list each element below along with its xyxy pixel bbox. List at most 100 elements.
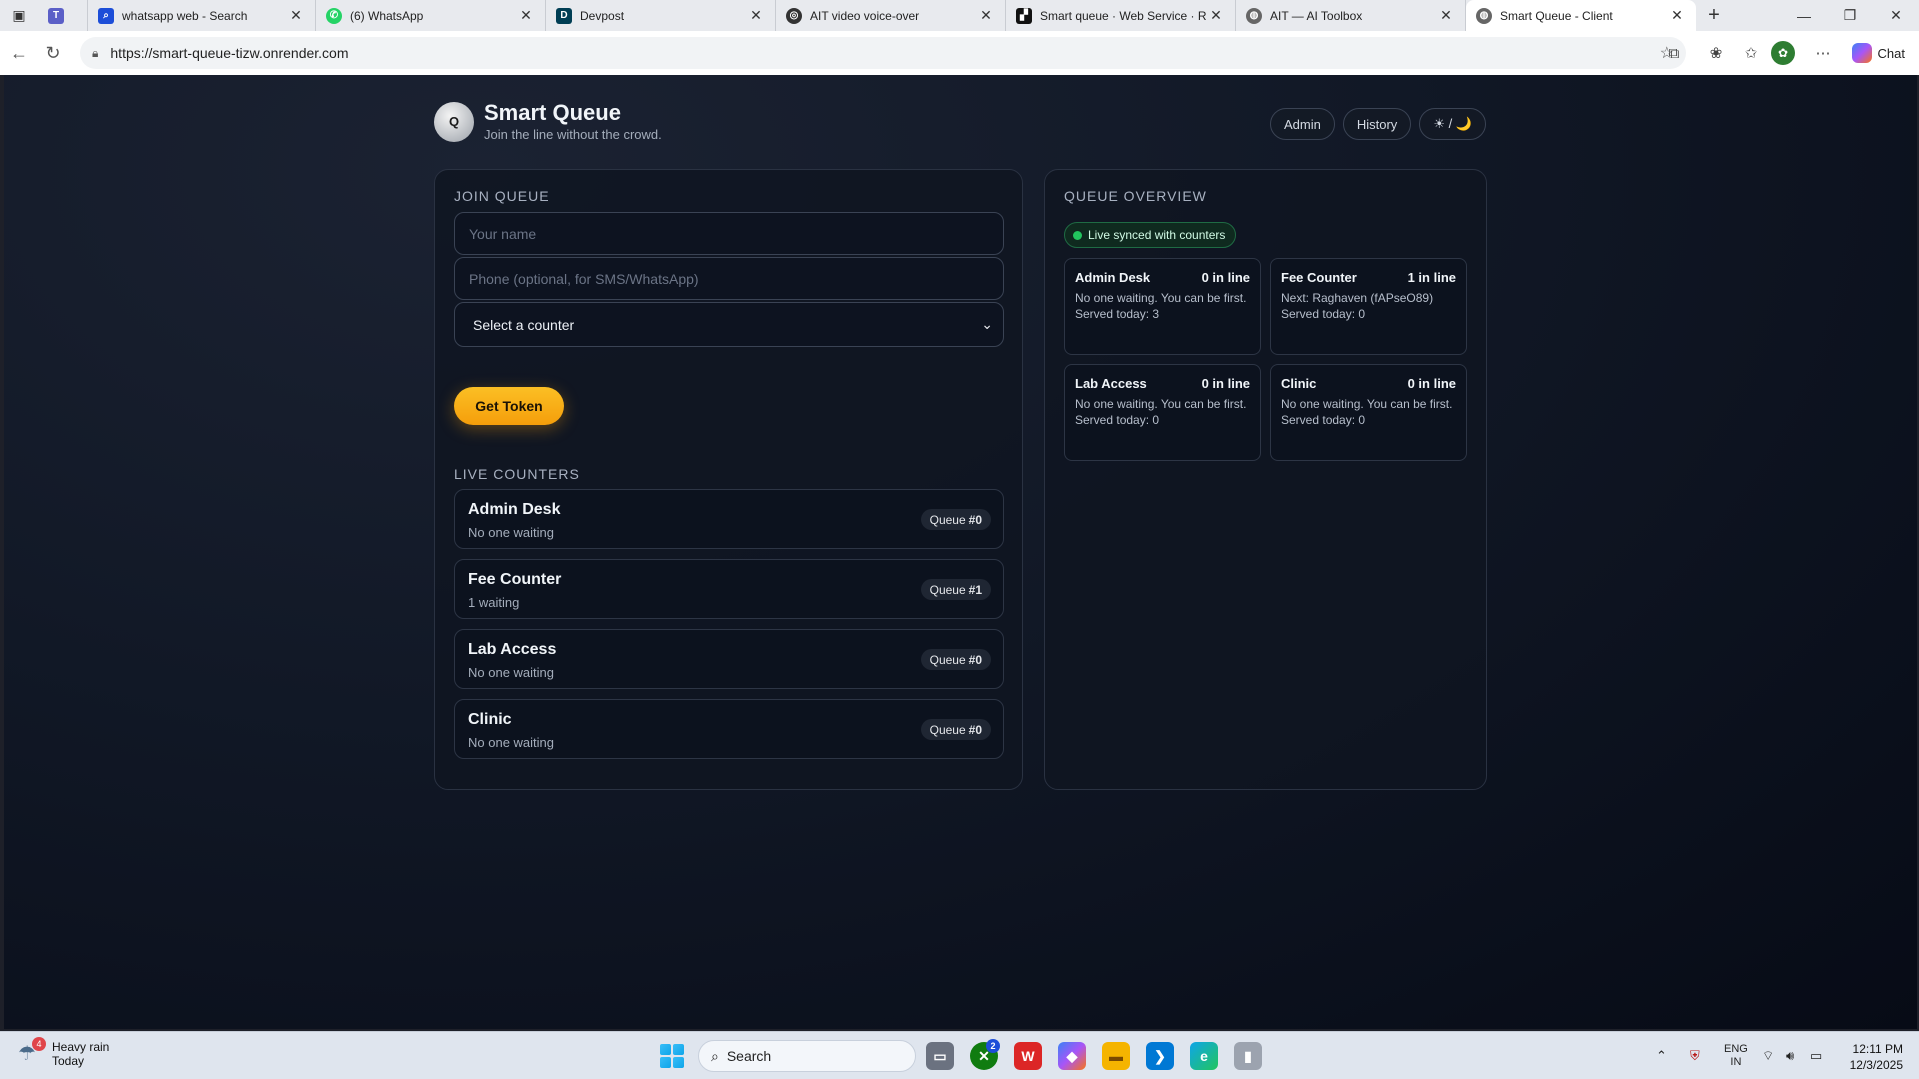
close-tab-icon[interactable]: ✕ <box>517 7 535 24</box>
overview-text: No one waiting. You can be first. <box>1281 397 1453 411</box>
theme-toggle-button[interactable]: ☀ / 🌙 <box>1419 108 1486 140</box>
name-input[interactable]: Your name <box>454 212 1004 255</box>
xbox-badge: 2 <box>986 1039 1000 1053</box>
weather-title: Heavy rain <box>52 1040 110 1054</box>
taskbar-search[interactable]: ⌕ Search <box>698 1040 916 1072</box>
get-token-button[interactable]: Get Token <box>454 387 564 425</box>
join-queue-card: JOIN QUEUE Your name Phone (optional, fo… <box>434 169 1023 790</box>
edge-icon[interactable]: e <box>1190 1042 1218 1070</box>
close-tab-icon[interactable]: ✕ <box>1668 7 1686 24</box>
minimize-icon[interactable]: — <box>1781 0 1827 31</box>
list-item[interactable]: Lab Access No one waiting Queue #0 <box>454 629 1004 689</box>
list-item[interactable]: Clinic No one waiting Queue #0 <box>454 699 1004 759</box>
more-menu-icon[interactable]: ⋯ <box>1809 39 1837 67</box>
sync-status-badge: Live synced with counters <box>1064 222 1237 248</box>
counter-name: Admin Desk <box>468 501 561 518</box>
list-item[interactable]: Admin Desk No one waiting Queue #0 <box>454 489 1004 549</box>
vscode-icon[interactable]: ❯ <box>1146 1042 1174 1070</box>
close-tab-icon[interactable]: ✕ <box>1207 7 1225 24</box>
close-tab-icon[interactable]: ✕ <box>1437 7 1455 24</box>
status-dot-icon <box>1073 230 1082 240</box>
overview-text: No one waiting. You can be first. <box>1075 291 1247 305</box>
page-subtitle: Join the line without the crowd. <box>484 127 662 142</box>
queue-badge: Queue #0 <box>920 649 991 670</box>
admin-button[interactable]: Admin <box>1270 108 1335 140</box>
counter-name: Lab Access <box>468 641 557 658</box>
xbox-icon[interactable]: ✕ 2 <box>970 1039 1000 1070</box>
copilot-app-icon[interactable]: ◆ <box>1058 1042 1086 1070</box>
tab-ait-toolbox[interactable]: ◍ AIT — AI Toolbox ✕ <box>1236 0 1466 31</box>
weather-widget[interactable]: ☂ 4 Heavy rain Today <box>18 1037 110 1068</box>
language-indicator[interactable]: ENG IN <box>1724 1032 1748 1079</box>
url-field[interactable]: 🔒︎ https://smart-queue-tizw.onrender.com… <box>80 37 1686 69</box>
usb-device-icon[interactable]: ▮ <box>1234 1042 1262 1070</box>
tab-whatsapp[interactable]: ✆ (6) WhatsApp ✕ <box>316 0 546 31</box>
profile-avatar[interactable]: ✿ <box>1771 41 1795 65</box>
overview-card: Admin Desk 0 in line No one waiting. You … <box>1064 258 1261 355</box>
extensions-icon[interactable]: ⧉ <box>1660 39 1688 67</box>
wifi-icon[interactable]: ⌔ <box>1762 1032 1774 1079</box>
address-bar: ← ↻ 🔒︎ https://smart-queue-tizw.onrender… <box>0 31 1919 75</box>
clock[interactable]: 12:11 PM 12/3/2025 <box>1850 1041 1903 1073</box>
tab-smart-queue-client[interactable]: ◍ Smart Queue - Client ✕ <box>1466 0 1696 31</box>
file-explorer-icon[interactable]: ▬ <box>1102 1042 1130 1070</box>
queue-number: #0 <box>968 512 982 527</box>
overview-count: 1 in line <box>1407 270 1456 285</box>
security-icon[interactable]: ⛨ <box>1690 1032 1700 1079</box>
phone-input[interactable]: Phone (optional, for SMS/WhatsApp) <box>454 257 1004 300</box>
start-icon[interactable] <box>660 1044 684 1068</box>
tab-render-service[interactable]: ▞ Smart queue · Web Service · Re ✕ <box>1006 0 1236 31</box>
globe-icon: ◍ <box>1476 7 1492 24</box>
weather-subtitle: Today <box>52 1054 85 1068</box>
overview-counter-name: Fee Counter <box>1281 270 1357 285</box>
copilot-icon <box>1851 43 1872 63</box>
site-info-icon[interactable]: 🔒︎ <box>92 46 98 61</box>
close-tab-icon[interactable]: ✕ <box>977 7 995 24</box>
live-counters-heading: LIVE COUNTERS <box>454 466 580 482</box>
counter-select[interactable]: Select a counter ⌄ <box>454 302 1004 347</box>
list-item[interactable]: Fee Counter 1 waiting Queue #1 <box>454 559 1004 619</box>
tab-devpost[interactable]: D Devpost ✕ <box>546 0 776 31</box>
tab-title: (6) WhatsApp <box>350 8 424 23</box>
queue-number: #1 <box>968 582 982 597</box>
queue-prefix: Queue <box>929 652 966 667</box>
queue-prefix: Queue <box>929 512 966 527</box>
queue-number: #0 <box>968 652 982 667</box>
tab-ait-voiceover[interactable]: ◎ AIT video voice-over ✕ <box>776 0 1006 31</box>
devpost-icon: D <box>556 7 572 24</box>
overview-card: Fee Counter 1 in line Next: Raghaven (fAP… <box>1270 258 1467 355</box>
search-icon: ⌕ <box>711 1047 719 1064</box>
overview-count: 0 in line <box>1201 270 1250 285</box>
reload-icon[interactable]: ↻ <box>36 36 70 70</box>
back-icon[interactable]: ← <box>2 36 36 70</box>
performance-icon[interactable]: ❀ <box>1702 39 1730 67</box>
taskbar: ☂ 4 Heavy rain Today ⌕ Search ▭ ✕ 2 W ◆ … <box>0 1031 1919 1079</box>
task-view-icon[interactable]: ▭ <box>926 1042 954 1070</box>
wps-icon[interactable]: W <box>1014 1042 1042 1070</box>
overview-count: 0 in line <box>1201 376 1250 391</box>
whatsapp-icon: ✆ <box>326 7 342 24</box>
favorites-icon[interactable]: ✩ <box>1737 39 1765 67</box>
restore-icon[interactable]: ❐ <box>1827 0 1873 31</box>
overview-counter-name: Lab Access <box>1075 376 1147 391</box>
tab-teams[interactable]: T <box>38 0 88 31</box>
tab-actions-icon[interactable]: ▣ <box>0 0 38 31</box>
tab-title: Devpost <box>580 8 625 23</box>
search-icon: ⌕ <box>98 7 114 24</box>
queue-number: #0 <box>968 722 982 737</box>
app-page: Q Smart Queue Join the line without the … <box>4 75 1917 1029</box>
new-tab-icon[interactable]: + <box>1696 4 1732 27</box>
close-window-icon[interactable]: ✕ <box>1873 0 1919 31</box>
close-tab-icon[interactable]: ✕ <box>287 7 305 24</box>
ai-icon: ◎ <box>786 7 802 24</box>
close-tab-icon[interactable]: ✕ <box>747 7 765 24</box>
history-button[interactable]: History <box>1342 108 1412 140</box>
served-today: Served today: 0 <box>1075 413 1160 427</box>
volume-icon[interactable]: 🔊︎ <box>1786 1032 1794 1079</box>
show-hidden-icons[interactable]: ⌃ <box>1656 1032 1667 1079</box>
overview-counter-name: Admin Desk <box>1075 270 1151 285</box>
tab-whatsapp-search[interactable]: ⌕ whatsapp web - Search ✕ <box>88 0 316 31</box>
tab-title: Smart queue · Web Service · Re <box>1040 8 1207 23</box>
battery-icon[interactable]: ▭ <box>1810 1032 1822 1079</box>
chat-button[interactable]: Chat <box>1844 39 1913 67</box>
